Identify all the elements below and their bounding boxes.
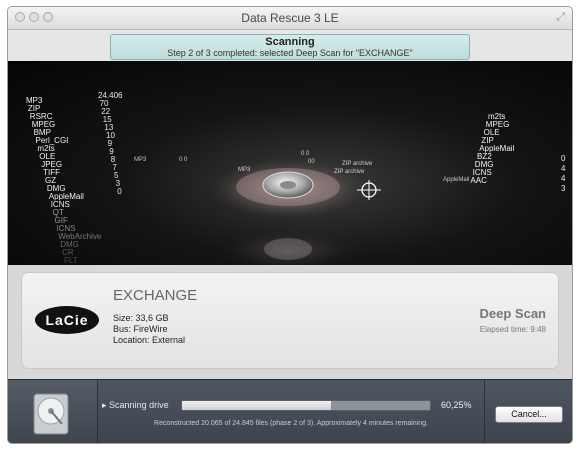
right-file-type-label: AAC xyxy=(470,176,487,185)
scanning-drive-toggle[interactable]: ▸ Scanning drive xyxy=(102,400,169,411)
floating-file-label: 0 0 xyxy=(301,151,310,157)
toolbar: Scanning Step 2 of 3 completed: selected… xyxy=(8,30,572,61)
drive-name: EXCHANGE xyxy=(113,287,198,304)
action-panel: Cancel... xyxy=(484,380,572,443)
scan-progress-bar xyxy=(181,400,431,411)
title-bar: Data Rescue 3 LE ⤢ xyxy=(8,7,572,30)
drive-platter-reflection xyxy=(264,238,312,260)
right-count-label: 4 xyxy=(561,164,566,173)
right-count-label: 3 xyxy=(561,184,566,193)
progress-percent: 60,25% xyxy=(441,400,472,410)
status-title: Scanning xyxy=(265,36,315,48)
svg-text:LaCie: LaCie xyxy=(45,312,88,328)
resize-icon[interactable]: ⤢ xyxy=(556,11,565,24)
hard-drive-panel xyxy=(8,380,98,443)
bottom-bar: ▸ Scanning drive 60,25% Reconstructed 20… xyxy=(8,379,572,443)
floating-file-label: ZIP archive xyxy=(342,161,373,167)
app-window: Data Rescue 3 LE ⤢ Scanning Step 2 of 3 … xyxy=(7,6,573,444)
visualization-canvas: MP3ZIPRSRCMPEGBMPPerl_CGIm2tsOLEJPEGTIFF… xyxy=(26,91,566,265)
floating-file-label: MP3 xyxy=(134,157,147,163)
floating-file-label: MP3 xyxy=(238,167,251,173)
floating-file-label: AppleMail xyxy=(443,177,469,183)
left-count-label: 0 xyxy=(117,187,122,196)
floating-file-label: 0 0 xyxy=(179,157,188,163)
scan-mode: Deep Scan xyxy=(479,306,546,321)
progress-detail: Reconstructed 20.065 of 24.845 files (ph… xyxy=(154,420,428,427)
drive-location: Location: External xyxy=(113,335,186,345)
floating-file-label: 00 xyxy=(308,159,315,165)
progress-area: ▸ Scanning drive 60,25% Reconstructed 20… xyxy=(98,380,484,443)
elapsed-time: Elapsed time: 9:48 xyxy=(479,325,546,334)
right-count-label: 4 xyxy=(561,174,566,183)
hard-drive-icon xyxy=(33,393,69,435)
scanning-drive-label: Scanning drive xyxy=(109,400,169,410)
right-count-label: 0 xyxy=(561,154,566,163)
disclosure-triangle-icon[interactable]: ▸ xyxy=(102,400,107,410)
status-box: Scanning Step 2 of 3 completed: selected… xyxy=(110,34,470,60)
cancel-button[interactable]: Cancel... xyxy=(495,406,563,423)
floating-file-label: ZIP archive xyxy=(334,169,365,175)
platter-hub xyxy=(280,181,296,189)
drive-bus: Bus: FireWire xyxy=(113,324,168,334)
drive-info-panel: LaCie EXCHANGE Size: 33,6 GB Bus: FireWi… xyxy=(21,272,559,369)
drive-info-area: LaCie EXCHANGE Size: 33,6 GB Bus: FireWi… xyxy=(8,265,572,380)
drive-size: Size: 33,6 GB xyxy=(113,313,169,323)
lacie-logo-icon: LaCie xyxy=(35,306,99,334)
scan-progress-fill xyxy=(182,401,332,410)
status-step: Step 2 of 3 completed: selected Deep Sca… xyxy=(167,48,413,58)
window-title: Data Rescue 3 LE xyxy=(241,11,339,25)
scan-visualization: MP3 ZIP RSRC MPEG BMP Perl_CGI m2ts OLE JPEG TIFF… xyxy=(8,61,572,265)
